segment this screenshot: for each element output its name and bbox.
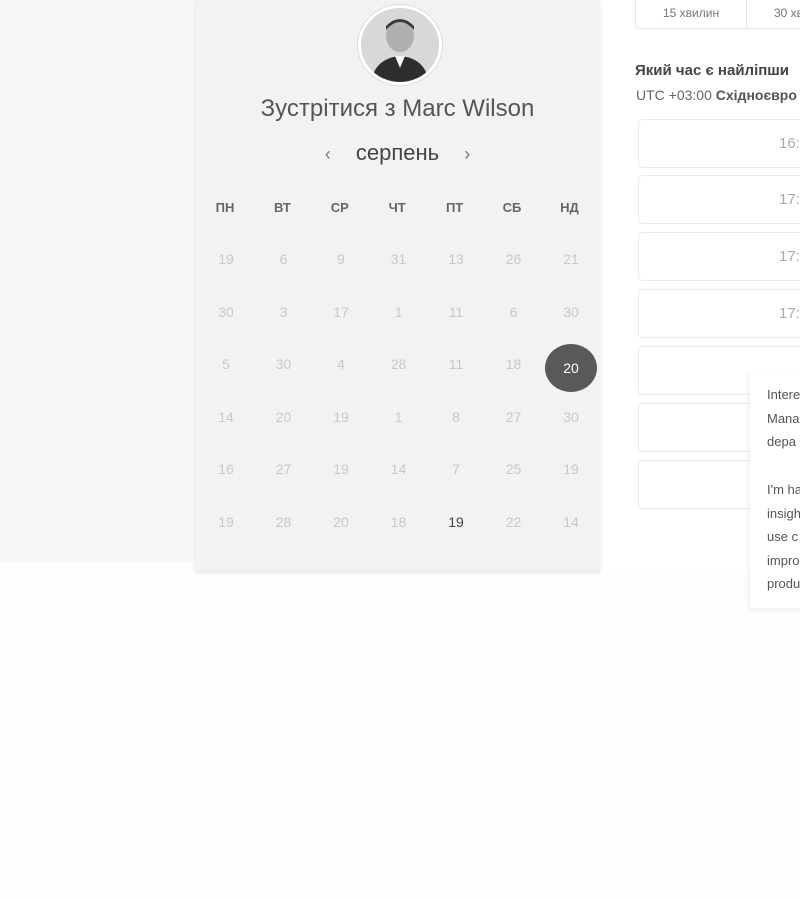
calendar-day[interactable]: 11	[434, 354, 478, 374]
description-paragraph-2: I'm ha insigh use c impro produ	[767, 478, 800, 596]
calendar-day[interactable]: 30	[549, 302, 593, 322]
calendar-day[interactable]: 8	[434, 407, 478, 427]
calendar-day[interactable]: 19	[204, 249, 248, 269]
calendar-day[interactable]: 31	[377, 249, 421, 269]
weekday-label: НД	[560, 200, 579, 215]
host-description-popup: Intere Mana depa I'm ha insigh use c impro pro…	[750, 370, 800, 608]
timezone-offset: UTC +03:00	[636, 87, 712, 103]
time-slot-label: 17:	[779, 248, 800, 265]
calendar-day[interactable]: 19	[549, 459, 593, 479]
month-navigation: ‹ серпень ›	[195, 140, 600, 166]
description-line: Intere	[767, 387, 800, 402]
chevron-right-icon[interactable]: ›	[455, 144, 479, 165]
calendar-day[interactable]: 4	[319, 354, 363, 374]
calendar-day[interactable]: 16	[204, 459, 248, 479]
calendar-day[interactable]: 26	[492, 249, 536, 269]
calendar-day[interactable]: 27	[492, 407, 536, 427]
time-slot-button[interactable]: 17:	[638, 175, 800, 224]
calendar-day[interactable]: 19	[319, 407, 363, 427]
tab-divider	[746, 0, 747, 28]
chevron-left-icon[interactable]: ‹	[316, 144, 340, 165]
time-slot-label: 17:	[779, 191, 800, 208]
calendar-day[interactable]: 1	[377, 302, 421, 322]
tab-30-min[interactable]: 30 хв	[774, 6, 800, 20]
weekday-label: ВТ	[273, 200, 291, 215]
calendar-day[interactable]: 1	[377, 407, 421, 427]
calendar-day[interactable]: 18	[377, 512, 421, 532]
tab-15-min[interactable]: 15 хвилин	[663, 6, 719, 20]
calendar-day[interactable]: 19	[204, 512, 248, 532]
person-photo-icon	[361, 8, 439, 82]
calendar-day[interactable]: 11	[434, 302, 478, 322]
weekday-label: ЧТ	[388, 200, 406, 215]
description-line: Mana	[767, 410, 800, 426]
page-title: Зустрітися з Marc Wilson	[260, 95, 535, 122]
time-slot-button[interactable]: 17:	[638, 232, 800, 281]
calendar-day[interactable]: 6	[262, 249, 306, 269]
calendar-day[interactable]: 30	[262, 354, 306, 374]
calendar-card	[195, 0, 600, 571]
time-slot-label: 16:	[779, 135, 800, 152]
calendar-day[interactable]: 14	[549, 512, 593, 532]
weekday-label: СБ	[502, 200, 522, 215]
calendar-day[interactable]: 14	[204, 407, 248, 427]
time-slot-button[interactable]: 16:	[638, 119, 800, 168]
time-question: Який час є найліпши	[635, 62, 790, 79]
weekday-label: ПТ	[445, 200, 464, 215]
calendar-day[interactable]: 19	[319, 459, 363, 479]
calendar-day[interactable]: 7	[434, 459, 478, 479]
calendar-day[interactable]: 17	[319, 302, 363, 322]
time-slot-button[interactable]: 17:	[638, 289, 800, 338]
calendar-day[interactable]: 21	[549, 249, 593, 269]
calendar-day[interactable]: 28	[262, 512, 306, 532]
timezone-label[interactable]: UTC +03:00 Східноєвро	[636, 87, 797, 103]
avatar	[358, 5, 442, 85]
calendar-day[interactable]: 5	[204, 354, 248, 374]
time-slot-label: 17:	[779, 305, 800, 322]
weekday-label: ПН	[215, 200, 235, 215]
calendar-day[interactable]: 30	[549, 407, 593, 427]
calendar-day[interactable]: 3	[262, 302, 306, 322]
weekday-header: ПН ВТ СР ЧТ ПТ СБ НД	[197, 200, 599, 216]
calendar-day-selected[interactable]: 20	[545, 344, 597, 393]
description-line: I'm ha	[767, 482, 800, 497]
description-line: use c	[767, 529, 799, 544]
calendar-day[interactable]: 28	[377, 354, 421, 374]
calendar-day[interactable]: 25	[492, 459, 536, 479]
calendar-day[interactable]: 14	[377, 459, 421, 479]
calendar-day[interactable]: 20	[319, 512, 363, 532]
calendar-day[interactable]: 6	[492, 302, 536, 322]
description-line: insigh	[767, 505, 800, 521]
calendar-day[interactable]: 13	[434, 249, 478, 269]
calendar-day-available[interactable]: 19	[434, 512, 478, 532]
duration-tabs: 15 хвилин 30 хв	[635, 0, 800, 29]
timezone-name: Східноєвро	[715, 87, 797, 103]
calendar-day[interactable]: 9	[319, 249, 363, 269]
weekday-label: СР	[330, 200, 349, 215]
calendar-day[interactable]: 22	[492, 512, 536, 532]
description-line: produ	[767, 576, 800, 591]
description-line: depa	[767, 434, 796, 449]
calendar-day[interactable]: 20	[262, 407, 306, 427]
month-label: серпень	[355, 140, 440, 165]
calendar-day[interactable]: 18	[492, 354, 536, 374]
description-line: impro	[767, 552, 800, 568]
calendar-day[interactable]: 30	[204, 302, 248, 322]
calendar-day[interactable]: 27	[262, 459, 306, 479]
description-paragraph-1: Intere Mana depa	[767, 383, 800, 454]
